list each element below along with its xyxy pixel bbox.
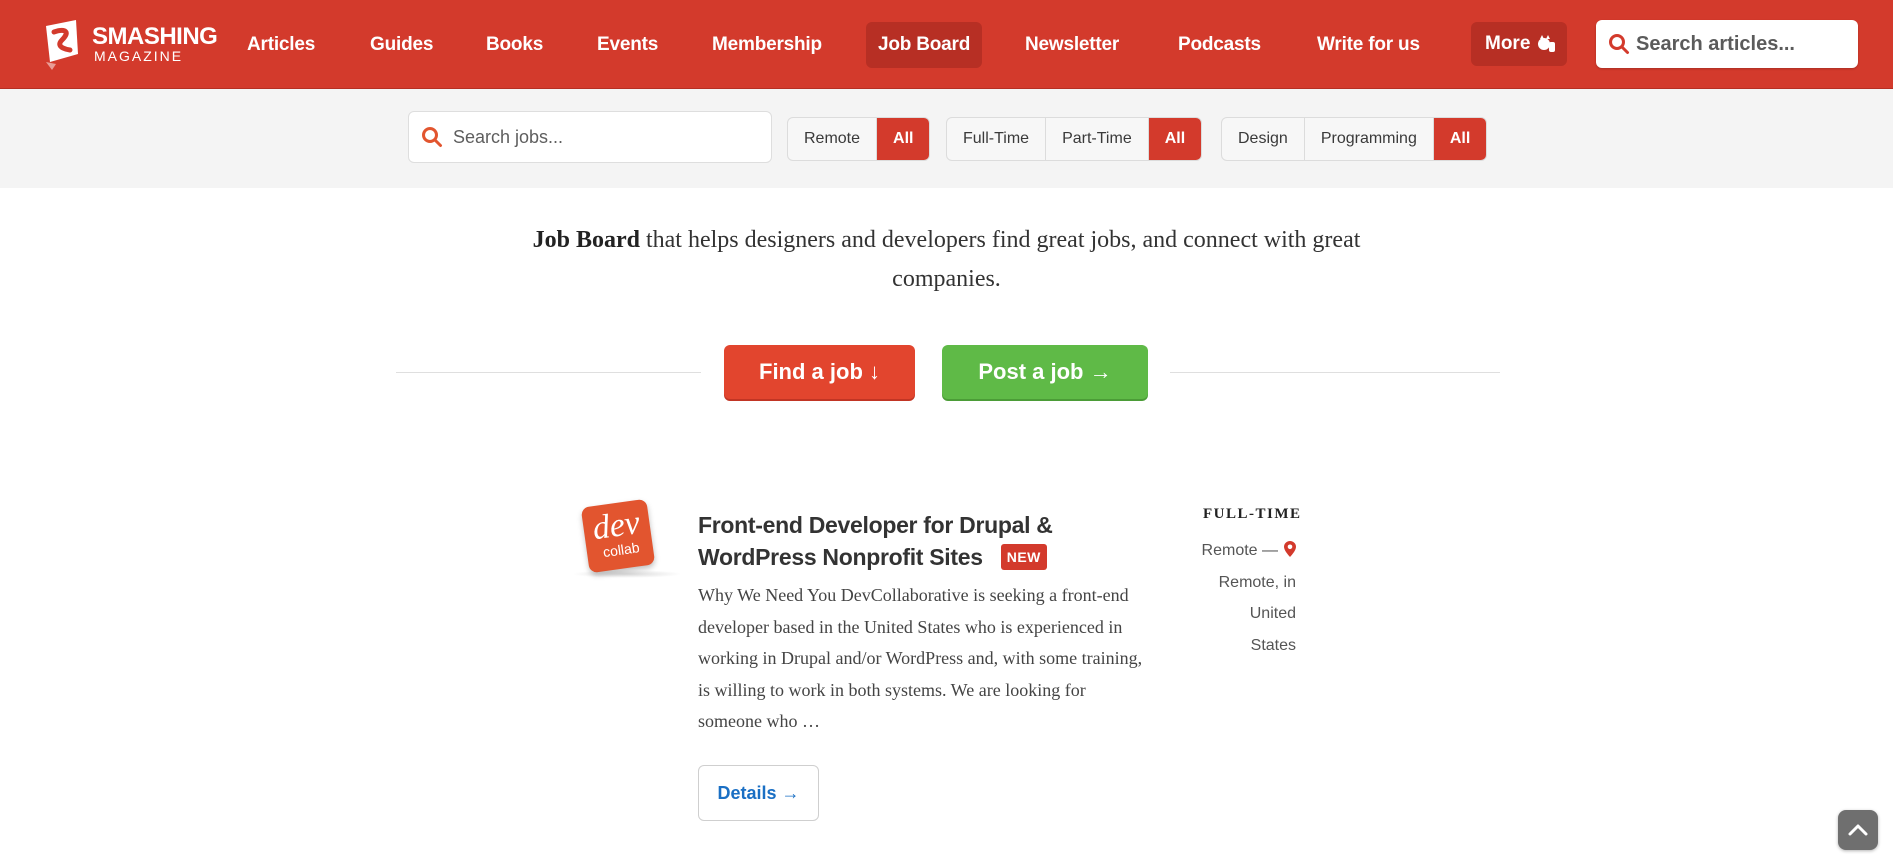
job-board-intro: Job Board that helps designers and devel…	[520, 221, 1373, 299]
job-title[interactable]: Front-end Developer for Drupal & WordPre…	[698, 509, 1098, 573]
nav-job-board[interactable]: Job Board	[866, 22, 983, 68]
category-filter: Design Programming All	[1221, 117, 1488, 161]
job-location-line-2: Remote, in	[1218, 573, 1296, 591]
location-filter: Remote All	[787, 117, 931, 161]
job-description: Why We Need You DevCollaborative is seek…	[698, 585, 1143, 731]
divider-right	[1170, 372, 1500, 373]
nav-podcasts[interactable]: Podcasts	[1166, 22, 1273, 68]
nav-articles[interactable]: Articles	[235, 22, 327, 68]
scroll-to-top-button[interactable]	[1838, 810, 1878, 850]
company-logo[interactable]: dev collab	[580, 498, 656, 574]
nav-books[interactable]: Books	[474, 22, 555, 68]
new-badge: NEW	[1000, 544, 1047, 570]
location-pin-icon	[1284, 541, 1296, 557]
chevron-up-icon	[1848, 824, 1868, 836]
filter-design[interactable]: Design	[1222, 118, 1305, 160]
logo-subtitle: MAGAZINE	[94, 48, 184, 64]
filter-employment-all[interactable]: All	[1148, 118, 1202, 160]
nav-events[interactable]: Events	[585, 22, 670, 68]
details-button[interactable]: Details →	[698, 765, 819, 821]
more-menu-button[interactable]: More	[1471, 22, 1567, 66]
job-filter-bar: Remote All Full-Time Part-Time All Desig…	[0, 89, 1893, 188]
job-search-input[interactable]	[453, 112, 753, 162]
intro-text: that helps designers and developers find…	[639, 227, 1361, 292]
nav-write-for-us[interactable]: Write for us	[1305, 22, 1432, 68]
job-search[interactable]	[408, 111, 772, 163]
more-label: More	[1485, 33, 1531, 54]
employment-filter: Full-Time Part-Time All	[946, 117, 1203, 161]
filter-programming[interactable]: Programming	[1305, 118, 1434, 160]
divider-left	[396, 372, 701, 373]
top-navigation: SMASHING MAGAZINE Articles Guides Books …	[0, 0, 1893, 89]
job-title-text[interactable]: Front-end Developer for Drupal & WordPre…	[698, 512, 1053, 570]
filter-part-time[interactable]: Part-Time	[1046, 118, 1149, 160]
nav-membership[interactable]: Membership	[700, 22, 834, 68]
smashing-logo[interactable]: SMASHING MAGAZINE	[40, 18, 220, 78]
post-a-job-button[interactable]: Post a job →	[942, 345, 1148, 399]
cat-mascot-icon	[1538, 35, 1555, 52]
find-a-job-button[interactable]: Find a job ↓	[724, 345, 915, 399]
nav-guides[interactable]: Guides	[358, 22, 445, 68]
logo-wordmark: SMASHING	[92, 23, 218, 50]
job-location-line-3: United	[1249, 605, 1296, 622]
filter-location-all[interactable]: All	[877, 118, 930, 160]
filter-full-time[interactable]: Full-Time	[947, 118, 1047, 160]
filter-category-all[interactable]: All	[1433, 118, 1487, 160]
filter-remote[interactable]: Remote	[788, 118, 878, 160]
article-search-input[interactable]	[1636, 20, 1848, 68]
job-location-line-1: Remote —	[1186, 535, 1296, 567]
search-icon	[422, 127, 442, 147]
job-location: Remote — Remote, in United States	[1186, 535, 1296, 661]
nav-newsletter[interactable]: Newsletter	[1013, 22, 1131, 68]
smashing-cat-logo-icon	[46, 20, 78, 70]
job-location-line-4: States	[1250, 636, 1296, 654]
search-icon	[1609, 34, 1629, 54]
article-search[interactable]	[1596, 20, 1858, 68]
intro-bold: Job Board	[532, 227, 640, 253]
logo-shadow	[572, 570, 682, 578]
job-type: FULL-TIME	[1203, 506, 1302, 522]
